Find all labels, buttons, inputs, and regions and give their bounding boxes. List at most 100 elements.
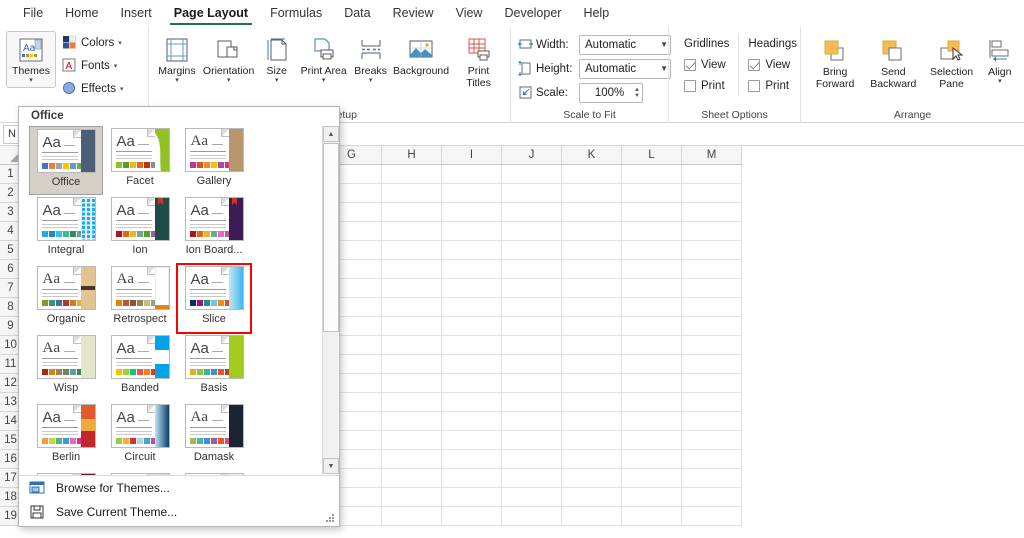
cell-K18[interactable] bbox=[562, 488, 622, 507]
scroll-up-icon[interactable]: ▲ bbox=[323, 126, 339, 142]
theme-item-integral[interactable]: Aa Integral bbox=[29, 195, 103, 264]
size-caret-icon[interactable]: ▾ bbox=[275, 77, 279, 85]
column-header-J[interactable]: J bbox=[502, 146, 562, 164]
cell-J7[interactable] bbox=[502, 279, 562, 298]
column-header-K[interactable]: K bbox=[562, 146, 622, 164]
cell-K12[interactable] bbox=[562, 374, 622, 393]
cell-I3[interactable] bbox=[442, 203, 502, 222]
cell-J19[interactable] bbox=[502, 507, 562, 526]
cell-K6[interactable] bbox=[562, 260, 622, 279]
cell-K3[interactable] bbox=[562, 203, 622, 222]
theme-item-wisp[interactable]: Aa Wisp bbox=[29, 333, 103, 402]
cell-I17[interactable] bbox=[442, 469, 502, 488]
cell-M1[interactable] bbox=[682, 165, 742, 184]
theme-gallery-scrollbar[interactable]: ▲ ▼ bbox=[322, 126, 339, 474]
cell-L4[interactable] bbox=[622, 222, 682, 241]
cell-J11[interactable] bbox=[502, 355, 562, 374]
align-button[interactable]: Align ▾ bbox=[982, 33, 1018, 88]
cell-H10[interactable] bbox=[382, 336, 442, 355]
cell-J14[interactable] bbox=[502, 412, 562, 431]
menu-item-browse-themes[interactable]: Browse for Themes... bbox=[19, 476, 339, 500]
cell-L5[interactable] bbox=[622, 241, 682, 260]
height-combo[interactable]: Automatic ▼ bbox=[579, 58, 671, 79]
cell-K1[interactable] bbox=[562, 165, 622, 184]
cell-L11[interactable] bbox=[622, 355, 682, 374]
cell-K8[interactable] bbox=[562, 298, 622, 317]
background-button[interactable]: Background bbox=[392, 32, 450, 80]
print-area-caret-icon[interactable]: ▾ bbox=[322, 77, 326, 85]
cell-L8[interactable] bbox=[622, 298, 682, 317]
themes-caret-icon[interactable]: ▾ bbox=[29, 77, 33, 85]
column-header-L[interactable]: L bbox=[622, 146, 682, 164]
cell-I16[interactable] bbox=[442, 450, 502, 469]
cell-L3[interactable] bbox=[622, 203, 682, 222]
margins-caret-icon[interactable]: ▾ bbox=[175, 77, 179, 85]
cell-H2[interactable] bbox=[382, 184, 442, 203]
ribbon-tab-data[interactable]: Data bbox=[333, 2, 381, 26]
cell-L17[interactable] bbox=[622, 469, 682, 488]
cell-L16[interactable] bbox=[622, 450, 682, 469]
size-button[interactable]: Size ▾ bbox=[258, 32, 295, 87]
cell-I12[interactable] bbox=[442, 374, 502, 393]
theme-item-facet[interactable]: Aa Facet bbox=[103, 126, 177, 195]
cell-I13[interactable] bbox=[442, 393, 502, 412]
theme-item-berlin[interactable]: Aa Berlin bbox=[29, 402, 103, 471]
cell-J8[interactable] bbox=[502, 298, 562, 317]
margins-button[interactable]: Margins ▾ bbox=[155, 32, 199, 87]
cell-K2[interactable] bbox=[562, 184, 622, 203]
scroll-down-icon[interactable]: ▼ bbox=[323, 458, 339, 474]
cell-M14[interactable] bbox=[682, 412, 742, 431]
cell-J4[interactable] bbox=[502, 222, 562, 241]
cell-K19[interactable] bbox=[562, 507, 622, 526]
cell-H8[interactable] bbox=[382, 298, 442, 317]
cell-L6[interactable] bbox=[622, 260, 682, 279]
scale-spinner-icon[interactable]: ▲ ▼ bbox=[634, 87, 640, 99]
cell-K4[interactable] bbox=[562, 222, 622, 241]
height-chevron-down-icon[interactable]: ▼ bbox=[660, 64, 668, 73]
print-area-button[interactable]: Print Area ▾ bbox=[298, 32, 349, 87]
fonts-button[interactable]: A Fonts ▾ bbox=[59, 55, 127, 76]
ribbon-tab-insert[interactable]: Insert bbox=[110, 2, 163, 26]
cell-L2[interactable] bbox=[622, 184, 682, 203]
bring-forward-button[interactable]: Bring Forward bbox=[807, 33, 863, 92]
selection-pane-button[interactable]: Selection Pane bbox=[923, 33, 979, 92]
cell-L18[interactable] bbox=[622, 488, 682, 507]
cell-M8[interactable] bbox=[682, 298, 742, 317]
cell-J2[interactable] bbox=[502, 184, 562, 203]
cell-M15[interactable] bbox=[682, 431, 742, 450]
cell-K14[interactable] bbox=[562, 412, 622, 431]
cell-I9[interactable] bbox=[442, 317, 502, 336]
cell-H7[interactable] bbox=[382, 279, 442, 298]
cell-H16[interactable] bbox=[382, 450, 442, 469]
cell-I5[interactable] bbox=[442, 241, 502, 260]
cell-I19[interactable] bbox=[442, 507, 502, 526]
cell-J18[interactable] bbox=[502, 488, 562, 507]
ribbon-tab-review[interactable]: Review bbox=[382, 2, 445, 26]
scale-stepper[interactable]: 100% ▲ ▼ bbox=[579, 82, 643, 103]
print-titles-button[interactable]: Print Titles bbox=[453, 32, 504, 91]
cell-I14[interactable] bbox=[442, 412, 502, 431]
cell-K15[interactable] bbox=[562, 431, 622, 450]
cell-I10[interactable] bbox=[442, 336, 502, 355]
cell-M18[interactable] bbox=[682, 488, 742, 507]
cell-J5[interactable] bbox=[502, 241, 562, 260]
cell-H13[interactable] bbox=[382, 393, 442, 412]
ribbon-tab-developer[interactable]: Developer bbox=[493, 2, 572, 26]
cell-I6[interactable] bbox=[442, 260, 502, 279]
theme-item-basis[interactable]: Aa Basis bbox=[177, 333, 251, 402]
cell-K11[interactable] bbox=[562, 355, 622, 374]
cell-J1[interactable] bbox=[502, 165, 562, 184]
cell-K7[interactable] bbox=[562, 279, 622, 298]
cell-I15[interactable] bbox=[442, 431, 502, 450]
theme-item-slice[interactable]: Aa Slice bbox=[176, 263, 252, 334]
colors-button[interactable]: Colors ▾ bbox=[59, 32, 127, 53]
orientation-button[interactable]: Orientation ▾ bbox=[202, 32, 255, 87]
ribbon-tab-file[interactable]: File bbox=[12, 2, 54, 26]
cell-M4[interactable] bbox=[682, 222, 742, 241]
send-backward-button[interactable]: Send Backward bbox=[865, 33, 921, 92]
cell-I11[interactable] bbox=[442, 355, 502, 374]
gridlines-print-checkbox[interactable]: Print bbox=[684, 75, 729, 96]
breaks-caret-icon[interactable]: ▾ bbox=[369, 77, 373, 85]
ribbon-tab-home[interactable]: Home bbox=[54, 2, 109, 26]
cell-J16[interactable] bbox=[502, 450, 562, 469]
